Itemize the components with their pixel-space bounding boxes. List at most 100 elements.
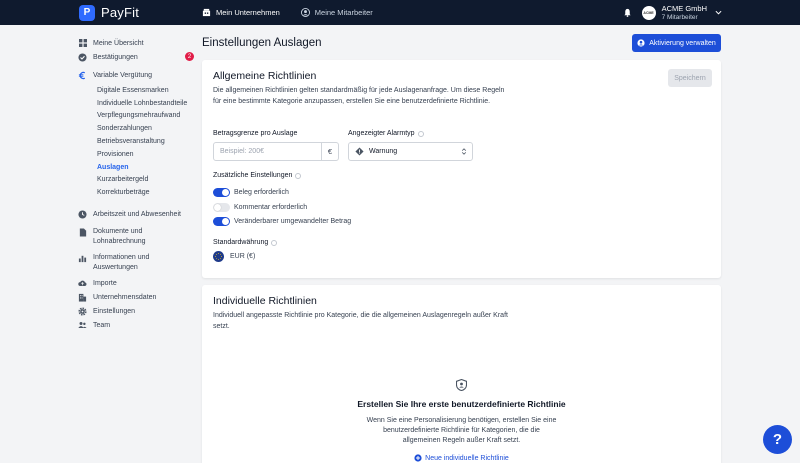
sidebar-subitem-company-event[interactable]: Betriebsveranstaltung: [78, 135, 200, 148]
company-switcher[interactable]: ACME GmbH 7 Mitarbeiter: [662, 4, 707, 22]
topnav-label: Meine Mitarbeiter: [314, 8, 373, 17]
sidebar-subitem-special-payments[interactable]: Sonderzahlungen: [78, 122, 200, 135]
sidebar-subitem-short-time-allowance[interactable]: Kurzarbeitergeld: [78, 174, 200, 187]
building-icon: [202, 8, 211, 17]
sidebar: Meine Übersicht Bestätigungen 2 Variable…: [78, 36, 200, 332]
sidebar-subitem-expenses[interactable]: Auslagen: [78, 161, 200, 174]
info-icon[interactable]: [295, 172, 302, 179]
sidebar-item-company-data[interactable]: Unternehmensdaten: [78, 290, 200, 304]
users-icon: [78, 321, 87, 330]
limit-input[interactable]: Beispiel: 200€ €: [213, 142, 339, 161]
sidebar-item-info-reports[interactable]: Informationen und Auswertungen: [78, 251, 200, 277]
sidebar-item-confirmations[interactable]: Bestätigungen 2: [78, 50, 200, 64]
alarm-label: Angezeigter Alarmtyp: [348, 130, 424, 137]
empty-state-title: Erstellen Sie Ihre erste benutzerdefinie…: [357, 399, 566, 409]
field-label-text: Standardwährung: [213, 239, 269, 246]
help-chat-button[interactable]: ?: [763, 425, 792, 454]
currency-value: EUR (€): [230, 253, 256, 260]
app-name: PayFit: [101, 5, 140, 20]
limit-label: Betragsgrenze pro Auslage: [213, 130, 297, 137]
save-button[interactable]: Speichern: [668, 69, 712, 87]
gear-icon: [78, 307, 87, 316]
topnav-label: Mein Unternehmen: [216, 8, 280, 17]
sidebar-item-variable-pay[interactable]: Variable Vergütung: [78, 68, 200, 82]
sidebar-item-label: Dokumente und Lohnabrechnung: [93, 228, 146, 245]
sidebar-item-label: Bestätigungen: [93, 53, 138, 61]
sidebar-subitem-meal-allowance[interactable]: Verpflegungsmehraufwand: [78, 110, 200, 123]
euro-icon: [78, 71, 87, 80]
limit-placeholder: Beispiel: 200€: [220, 148, 264, 155]
eu-flag-icon: [213, 251, 224, 262]
clock-icon: [78, 210, 87, 219]
sidebar-item-documents-payroll[interactable]: Dokumente und Lohnabrechnung: [78, 225, 200, 251]
shield-user-icon: [456, 379, 467, 391]
sidebar-subitem-individual-components[interactable]: Individuelle Lohnbestandteile: [78, 97, 200, 110]
default-currency: EUR (€): [213, 251, 255, 262]
bell-icon[interactable]: [623, 8, 632, 17]
bar-chart-icon: [78, 254, 87, 263]
sidebar-item-label: Importe: [93, 279, 117, 287]
sidebar-item-label: Unternehmensdaten: [93, 293, 157, 301]
toggle-comment-required[interactable]: Kommentar erforderlich: [213, 203, 307, 212]
company-avatar[interactable]: ACME: [641, 5, 656, 20]
sidebar-item-settings[interactable]: Einstellungen: [78, 304, 200, 318]
chevron-down-icon[interactable]: [715, 10, 722, 15]
select-arrows-icon: [461, 148, 467, 155]
alarm-type-value: Warnung: [369, 148, 398, 155]
top-bar: P PayFit Mein Unternehmen Meine Mitarbei…: [0, 0, 800, 25]
sidebar-subitem-commissions[interactable]: Provisionen: [78, 148, 200, 161]
info-icon[interactable]: [417, 130, 424, 137]
sidebar-item-overview[interactable]: Meine Übersicht: [78, 36, 200, 50]
alarm-type-select[interactable]: Warnung: [348, 142, 473, 161]
toggle-switch[interactable]: [213, 188, 230, 197]
currency-unit: €: [321, 143, 338, 160]
general-policies-description: Die allgemeinen Richtlinien gelten stand…: [213, 87, 505, 105]
payfit-logo-icon: P: [79, 4, 95, 21]
custom-policies-card: Individuelle Richtlinien Individuell ang…: [202, 285, 721, 463]
custom-policies-title: Individuelle Richtlinien: [213, 295, 317, 307]
sidebar-item-time-absence[interactable]: Arbeitszeit und Abwesenheit: [78, 207, 200, 221]
company-name: ACME GmbH: [661, 3, 707, 13]
info-icon[interactable]: [271, 239, 278, 246]
sidebar-subitem-meal-vouchers[interactable]: Digitale Essensmarken: [78, 84, 200, 97]
manage-activation-button[interactable]: Aktivierung verwalten: [632, 34, 721, 52]
button-label: Neue individuelle Richtlinie: [425, 454, 509, 462]
plus-circle-icon: [414, 454, 422, 462]
warning-diamond-icon: [355, 147, 364, 156]
sidebar-item-imports[interactable]: Importe: [78, 276, 200, 290]
app-logo[interactable]: P PayFit: [79, 4, 140, 21]
topnav-my-company[interactable]: Mein Unternehmen: [202, 8, 280, 17]
toggle-receipt-required[interactable]: Beleg erforderlich: [213, 188, 289, 197]
toggle-label: Beleg erforderlich: [234, 189, 289, 196]
user-circle-icon: [300, 8, 310, 17]
new-custom-policy-button[interactable]: Neue individuelle Richtlinie: [202, 454, 721, 462]
sidebar-item-label: Team: [93, 321, 111, 329]
field-label-text: Angezeigter Alarmtyp: [348, 130, 415, 137]
grid-icon: [78, 39, 87, 48]
toggle-editable-converted-amount[interactable]: Veränderbarer umgewandelter Betrag: [213, 217, 351, 226]
toggle-label: Kommentar erforderlich: [234, 204, 308, 211]
page-title: Einstellungen Auslagen: [202, 37, 322, 49]
toggle-switch[interactable]: [213, 203, 230, 212]
field-label-text: Zusätzliche Einstellungen: [213, 172, 293, 179]
sidebar-subitem-corrections[interactable]: Korrekturbeträge: [78, 186, 200, 199]
sidebar-item-team[interactable]: Team: [78, 318, 200, 332]
sidebar-item-label: Meine Übersicht: [93, 39, 144, 47]
topnav-my-employees[interactable]: Meine Mitarbeiter: [300, 8, 373, 17]
empty-state-description: Wenn Sie eine Personalisierung benötigen…: [366, 417, 557, 444]
button-label: Aktivierung verwalten: [649, 39, 716, 47]
notification-badge: 2: [185, 52, 194, 61]
company-employee-count: 7 Mitarbeiter: [661, 13, 698, 21]
toggle-label: Veränderbarer umgewandelter Betrag: [234, 218, 352, 225]
document-icon: [78, 228, 87, 237]
sidebar-item-label: Informationen und Auswertungen: [93, 254, 150, 271]
sidebar-item-label: Arbeitszeit und Abwesenheit: [93, 210, 181, 218]
currency-label: Standardwährung: [213, 239, 278, 246]
top-nav: Mein Unternehmen Meine Mitarbeiter: [202, 0, 394, 25]
variable-pay-submenu: Digitale Essensmarken Individuelle Lohnb…: [78, 84, 200, 199]
building-icon: [78, 293, 87, 302]
toggle-switch[interactable]: [213, 217, 230, 226]
user-circle-icon: [637, 39, 645, 47]
field-label-text: Betragsgrenze pro Auslage: [213, 130, 298, 137]
general-policies-card: Allgemeine Richtlinien Speichern Die all…: [202, 60, 721, 278]
